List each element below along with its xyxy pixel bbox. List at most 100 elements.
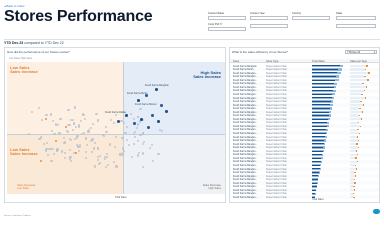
scatter-point[interactable] [141, 152, 145, 155]
scatter-point-highlight[interactable] [137, 99, 140, 102]
scatter-point[interactable] [45, 113, 48, 116]
target-marker [357, 121, 360, 124]
scatter-point[interactable] [56, 149, 59, 152]
scatter-point[interactable] [139, 107, 142, 110]
target-marker [354, 164, 357, 166]
scatter-point[interactable] [75, 136, 78, 139]
target-marker [359, 107, 361, 110]
scatter-point[interactable] [114, 135, 117, 139]
column-header-sqm[interactable]: Sales per Sqm [350, 60, 367, 63]
scatter-point[interactable] [45, 141, 49, 144]
filter-state[interactable]: State [336, 12, 376, 20]
filter-current-year[interactable]: Current Year [250, 12, 288, 20]
scatter-point[interactable] [78, 145, 81, 148]
table-row[interactable]: Fresh Farms Bangko... Supermarket Urban [230, 195, 379, 200]
scatter-point[interactable] [104, 165, 107, 168]
scatter-point[interactable] [84, 150, 88, 153]
scatter-point[interactable] [62, 141, 65, 144]
filter-current-week[interactable]: Current Week [208, 12, 246, 20]
scatter-point-highlight[interactable] [165, 110, 168, 113]
scatter-point[interactable] [50, 159, 53, 163]
scatter-point[interactable] [112, 121, 115, 124]
scatter-point-highlight[interactable] [117, 120, 120, 123]
scatter-point[interactable] [54, 123, 57, 126]
filter-select[interactable] [208, 16, 246, 20]
target-marker [357, 146, 359, 149]
scatter-point[interactable] [82, 113, 85, 116]
scatter-point[interactable] [91, 122, 94, 125]
scatter-point[interactable] [113, 145, 116, 148]
scatter-point-highlight[interactable] [133, 122, 136, 125]
scatter-point[interactable] [148, 146, 151, 149]
scatter-point[interactable] [53, 133, 56, 136]
scatter-point[interactable] [160, 129, 163, 132]
scatter-point[interactable] [60, 150, 63, 153]
sales-comparison-bar [312, 90, 333, 92]
column-header-type[interactable]: Store Type [266, 60, 279, 63]
scatter-point[interactable] [90, 150, 93, 153]
scatter-point[interactable] [141, 132, 144, 135]
scatter-point[interactable] [125, 138, 128, 142]
scatter-point[interactable] [96, 158, 99, 161]
scatter-point[interactable] [136, 154, 140, 157]
scatter-point-highlight[interactable] [155, 88, 158, 91]
scatter-point[interactable] [102, 134, 105, 137]
scatter-point[interactable] [71, 128, 74, 131]
period-select[interactable]: YTD Dec 23 ▾ [345, 50, 377, 54]
scatter-point[interactable] [133, 135, 136, 138]
scatter-point[interactable] [89, 139, 92, 142]
scatter-point[interactable] [62, 137, 65, 140]
scatter-point[interactable] [49, 147, 52, 150]
filter-extra-1[interactable] [250, 23, 288, 28]
scatter-point[interactable] [30, 111, 33, 114]
ytd-label: YTD Dec 23 [4, 41, 24, 45]
scatter-point[interactable] [49, 113, 52, 116]
scatter-point-highlight[interactable] [157, 120, 160, 123]
filter-select[interactable] [250, 16, 288, 20]
scatter-point[interactable] [40, 118, 43, 121]
column-header-store[interactable]: Store [233, 60, 239, 63]
scatter-point[interactable] [87, 128, 90, 131]
scatter-point[interactable] [108, 143, 112, 146]
scatter-point[interactable] [92, 147, 95, 150]
target-marker [353, 185, 355, 188]
scatter-point[interactable] [141, 165, 144, 169]
filter-label: Current Year [250, 12, 265, 15]
filter-compare-period[interactable]: Cmpr Prd Yr [208, 23, 246, 31]
filter-select[interactable] [292, 16, 330, 20]
filter-select[interactable] [336, 16, 376, 20]
filter-select[interactable] [336, 24, 376, 28]
scatter-point[interactable] [91, 138, 94, 141]
scatter-point-highlight[interactable] [160, 104, 163, 107]
scatter-point-highlight[interactable] [145, 94, 148, 97]
scatter-point[interactable] [115, 165, 118, 168]
column-header-sales[interactable]: Total Sales [312, 60, 325, 63]
filter-country[interactable]: Country [292, 12, 330, 20]
filter-select[interactable] [250, 24, 288, 28]
filter-select[interactable] [208, 27, 246, 31]
scatter-point[interactable] [73, 106, 76, 109]
scatter-point-highlight[interactable] [147, 126, 150, 129]
scatter-point-highlight[interactable] [140, 118, 143, 121]
scatter-point[interactable] [38, 137, 41, 140]
scatter-point[interactable] [75, 143, 79, 146]
scatter-point[interactable] [97, 147, 100, 150]
scatter-point-highlight[interactable] [125, 114, 128, 117]
scatter-point[interactable] [51, 119, 54, 122]
scatter-point[interactable] [95, 112, 98, 115]
scatter-point[interactable] [93, 165, 96, 168]
sales-comparison-bar [312, 122, 328, 124]
sales-comparison-bar [312, 175, 319, 177]
scatter-h-axis-line [7, 134, 225, 135]
filter-extra-2[interactable] [336, 23, 376, 28]
sales-comparison-bar [312, 193, 316, 195]
scatter-point[interactable] [124, 131, 127, 134]
scatter-point[interactable] [85, 143, 88, 146]
scatter-point[interactable] [132, 132, 136, 135]
scatter-point[interactable] [157, 152, 160, 156]
scatter-point[interactable] [96, 119, 100, 122]
scatter-point[interactable] [105, 152, 108, 155]
scatter-point[interactable] [69, 159, 73, 162]
scatter-point-highlight[interactable] [151, 114, 154, 117]
scatter-point[interactable] [136, 123, 139, 126]
